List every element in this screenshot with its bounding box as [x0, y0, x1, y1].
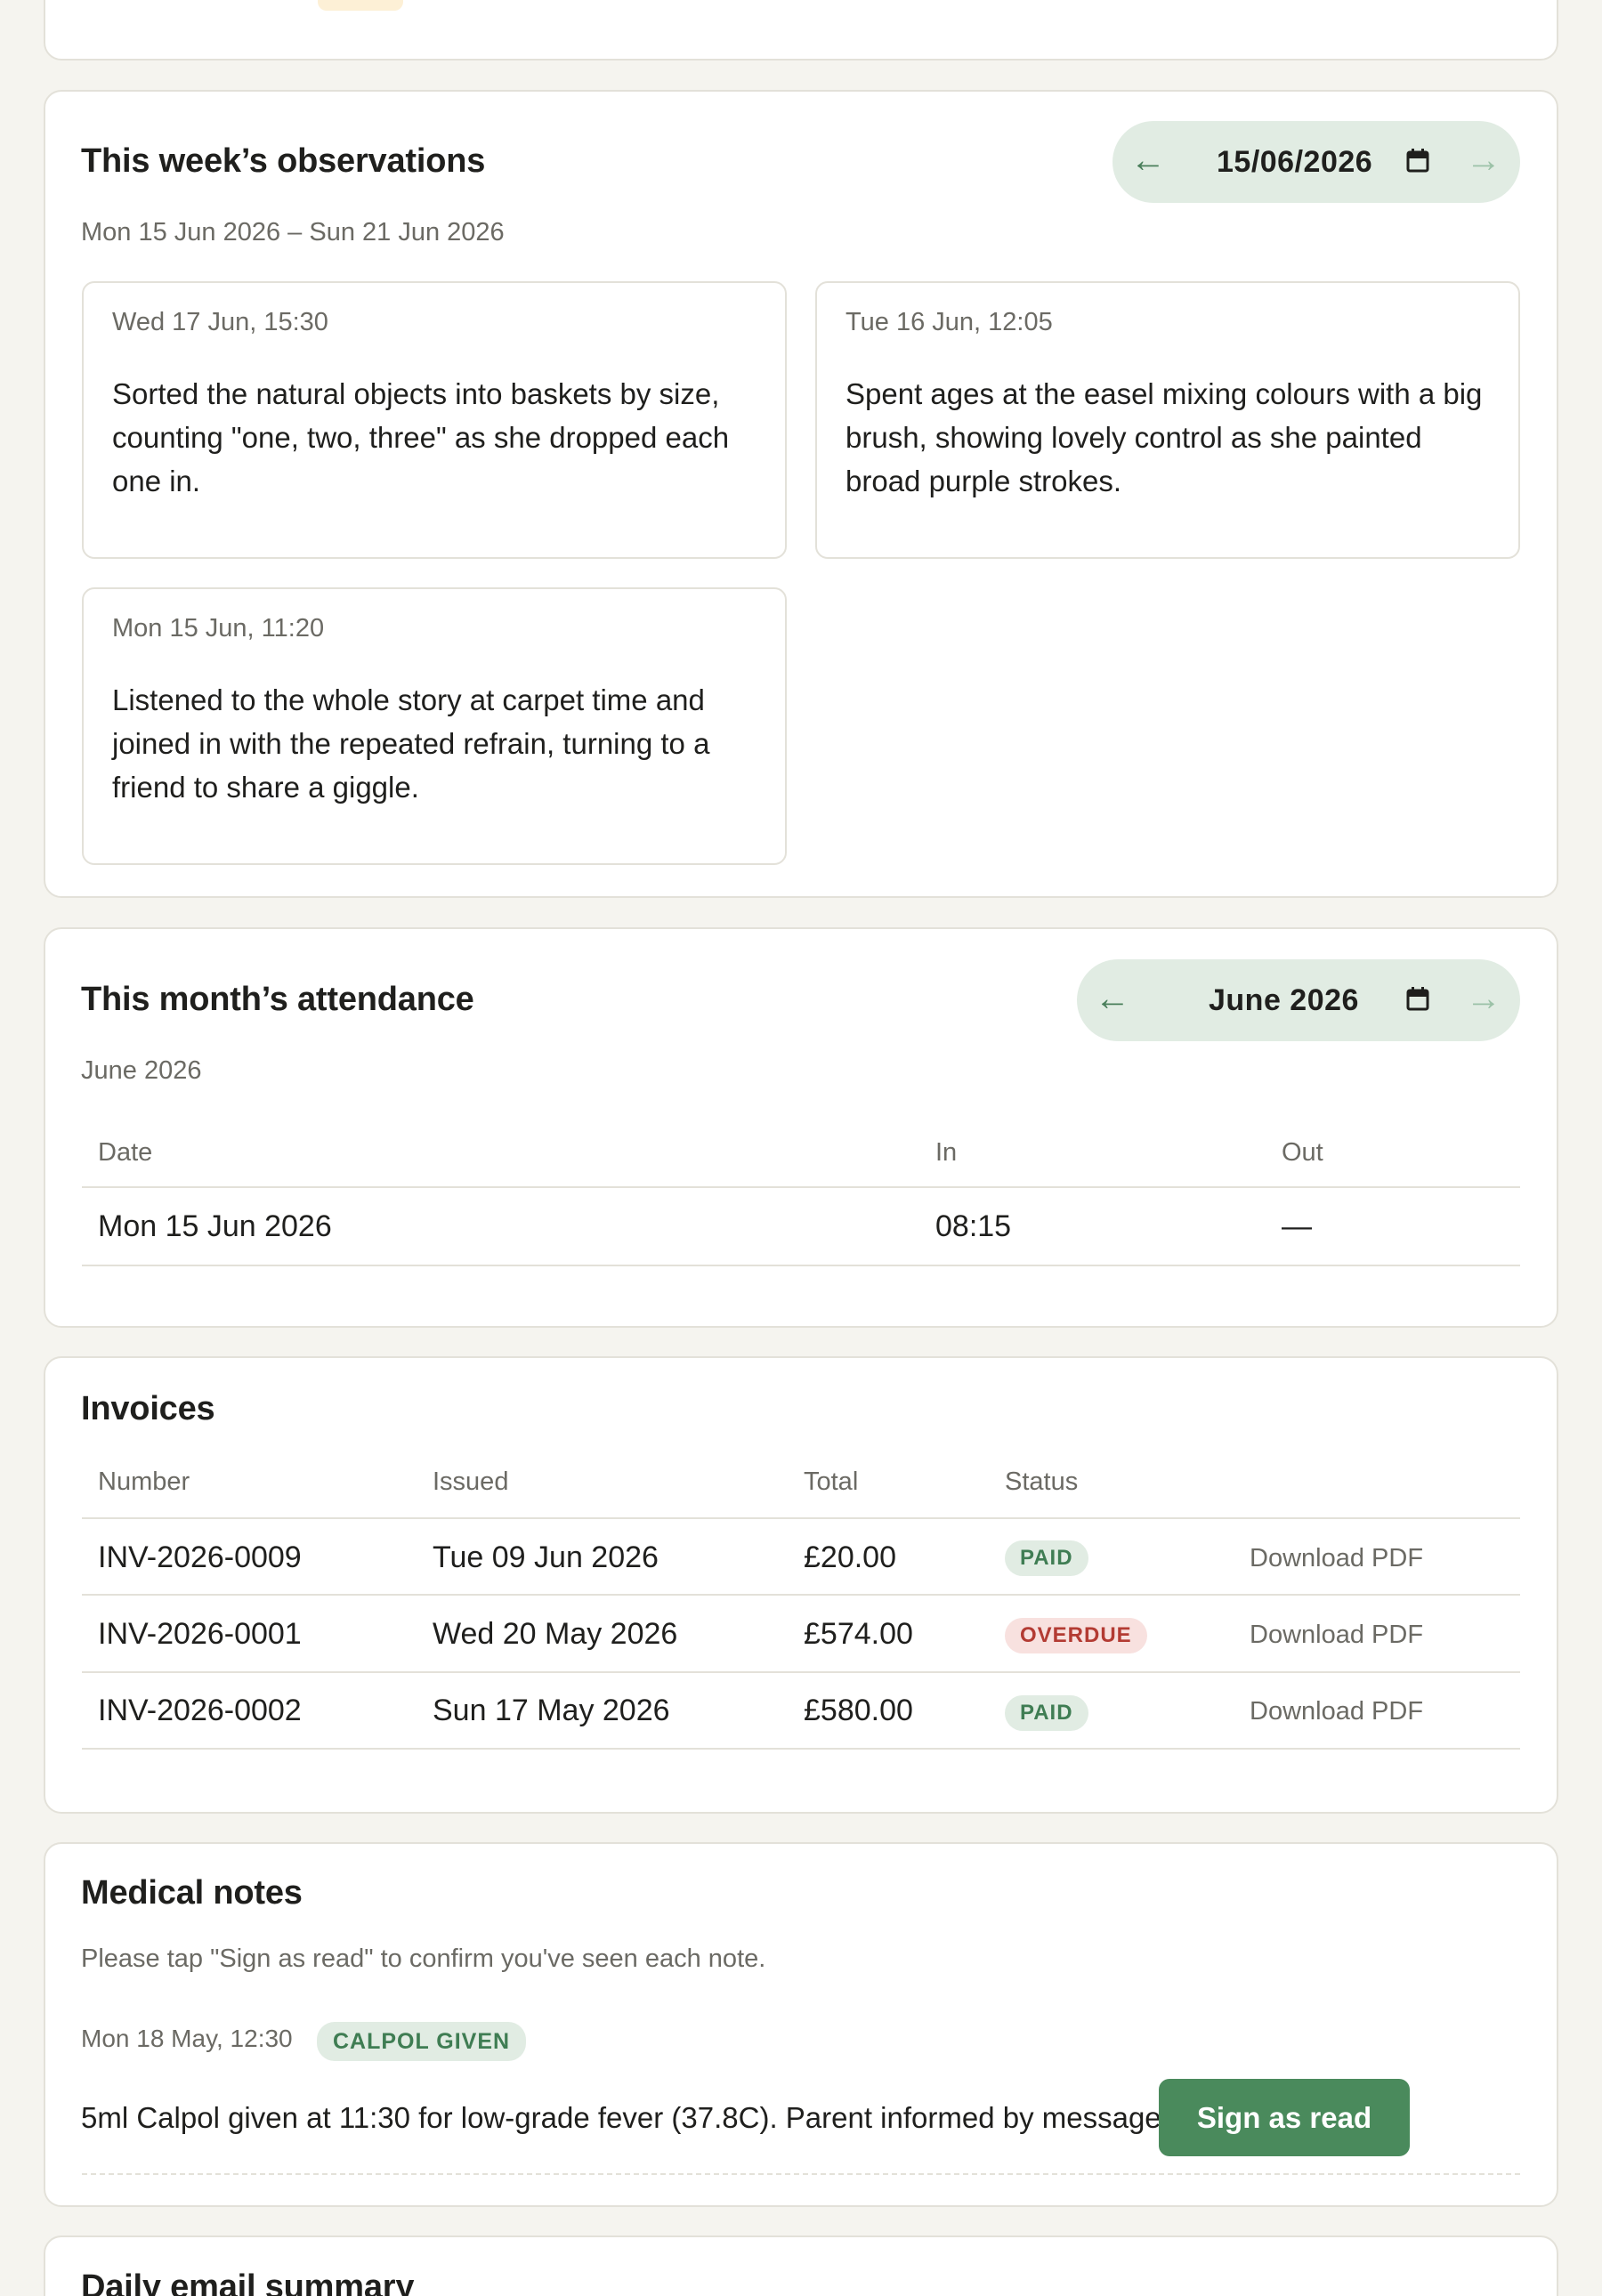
observation-card: Wed 17 Jun, 15:30 Sorted the natural obj… — [82, 281, 787, 559]
previous-card-tag — [318, 0, 403, 11]
download-pdf-link[interactable]: Download PDF — [1250, 1544, 1423, 1573]
column-header-total: Total — [804, 1467, 859, 1496]
column-header-out: Out — [1282, 1138, 1323, 1167]
medical-note-time: Mon 18 May, 12:30 — [81, 2025, 293, 2052]
invoice-total: £20.00 — [804, 1540, 896, 1574]
previous-month-arrow[interactable]: ← — [1095, 959, 1130, 1041]
invoice-number: INV-2026-0009 — [98, 1540, 302, 1574]
observations-date-range: Mon 15 Jun 2026 – Sun 21 Jun 2026 — [81, 218, 505, 247]
medical-note-tag: CALPOL GIVEN — [317, 2022, 527, 2061]
medical-notes-instructions: Please tap "Sign as read" to confirm you… — [81, 1944, 766, 1973]
status-badge: OVERDUE — [1005, 1618, 1147, 1653]
column-header-date: Date — [98, 1138, 153, 1167]
invoice-issued: Tue 09 Jun 2026 — [433, 1540, 659, 1574]
table-divider — [82, 1186, 1520, 1188]
attendance-title: This month’s attendance — [81, 981, 474, 1018]
invoice-issued: Wed 20 May 2026 — [433, 1617, 678, 1651]
download-pdf-link[interactable]: Download PDF — [1250, 1621, 1423, 1650]
status-badge: PAID — [1005, 1540, 1088, 1576]
medical-notes-title: Medical notes — [81, 1874, 303, 1912]
table-divider — [82, 1265, 1520, 1266]
invoice-number: INV-2026-0001 — [98, 1617, 302, 1651]
table-divider — [82, 1517, 1520, 1519]
previous-card — [44, 0, 1558, 61]
attendance-subtitle: June 2026 — [81, 1056, 202, 1085]
next-month-arrow[interactable]: → — [1466, 959, 1501, 1041]
observation-text: Listened to the whole story at carpet ti… — [112, 683, 710, 804]
invoice-number: INV-2026-0002 — [98, 1694, 302, 1727]
week-navigator: ← 15/06/2026 → — [1112, 121, 1520, 203]
observation-card: Mon 15 Jun, 11:20 Listened to the whole … — [82, 587, 787, 865]
calendar-icon[interactable] — [1406, 148, 1429, 173]
medical-note-text: 5ml Calpol given at 11:30 for low-grade … — [81, 2101, 1169, 2134]
observation-text: Spent ages at the easel mixing colours w… — [846, 377, 1483, 497]
table-divider — [82, 1671, 1520, 1673]
observation-time: Wed 17 Jun, 15:30 — [112, 308, 328, 336]
observation-text: Sorted the natural objects into baskets … — [112, 377, 730, 497]
month-navigator: ← June 2026 → — [1077, 959, 1520, 1041]
download-pdf-link[interactable]: Download PDF — [1250, 1697, 1423, 1726]
month-input[interactable]: June 2026 — [1209, 959, 1359, 1041]
observation-card: Tue 16 Jun, 12:05 Spent ages at the ease… — [815, 281, 1520, 559]
observations-title: This week’s observations — [81, 142, 486, 180]
column-header-status: Status — [1005, 1467, 1079, 1496]
invoices-title: Invoices — [81, 1390, 215, 1427]
observation-time: Tue 16 Jun, 12:05 — [846, 308, 1053, 336]
previous-week-arrow[interactable]: ← — [1130, 121, 1166, 203]
table-divider — [82, 1748, 1520, 1750]
status-badge: PAID — [1005, 1695, 1088, 1731]
sign-as-read-button[interactable]: Sign as read — [1159, 2079, 1410, 2156]
column-header-number: Number — [98, 1467, 190, 1496]
calendar-icon[interactable] — [1406, 986, 1429, 1011]
column-header-issued: Issued — [433, 1467, 509, 1496]
table-divider — [82, 1594, 1520, 1596]
invoices-card — [44, 1356, 1558, 1814]
note-divider — [82, 2173, 1520, 2175]
daily-email-summary-title: Daily email summary — [81, 2268, 415, 2296]
attendance-date: Mon 15 Jun 2026 — [98, 1209, 332, 1243]
week-date-input[interactable]: 15/06/2026 — [1217, 121, 1372, 203]
invoice-total: £580.00 — [804, 1694, 913, 1727]
attendance-out: — — [1282, 1209, 1312, 1243]
next-week-arrow[interactable]: → — [1466, 121, 1501, 203]
observation-time: Mon 15 Jun, 11:20 — [112, 614, 325, 643]
column-header-in: In — [935, 1138, 958, 1167]
invoice-total: £574.00 — [804, 1617, 913, 1651]
attendance-in: 08:15 — [935, 1209, 1012, 1243]
invoice-issued: Sun 17 May 2026 — [433, 1694, 670, 1727]
